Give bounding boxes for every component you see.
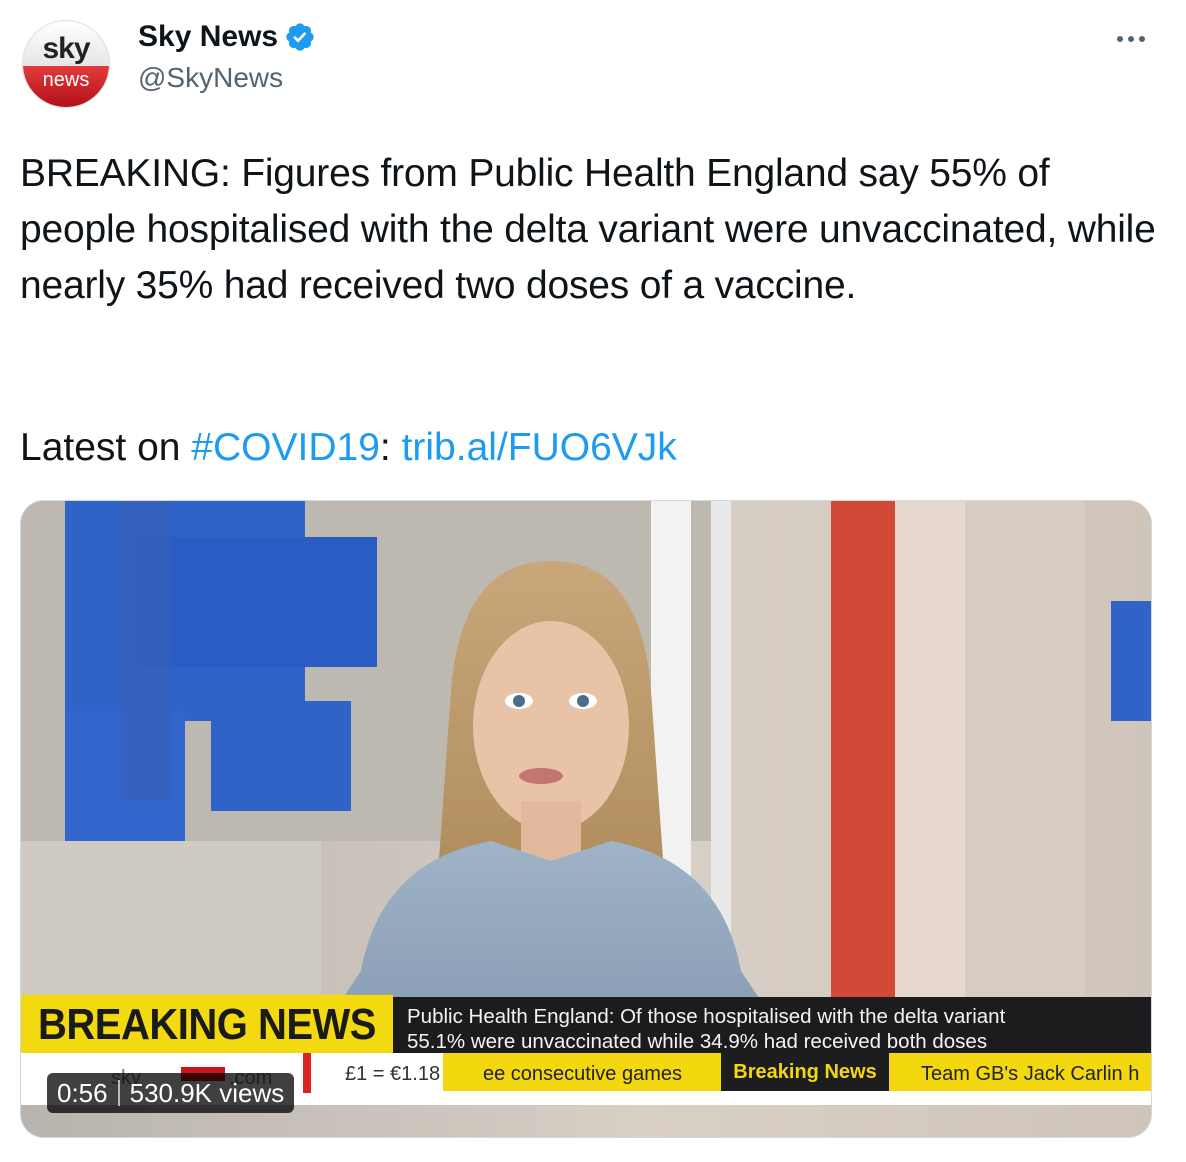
avatar-news-text: news xyxy=(42,68,90,91)
verified-badge-icon xyxy=(286,23,314,51)
avatar-sky-text: sky xyxy=(42,31,90,65)
ticker-exchange-rate: £1 = €1.18 xyxy=(345,1063,441,1085)
ticker-breaking-news: Breaking News xyxy=(721,1053,889,1091)
author-name-row: Sky News xyxy=(138,20,316,54)
video-views: 530.9K views xyxy=(129,1077,285,1108)
ticker-team-text: Team GB's Jack Carlin h xyxy=(921,1063,1140,1085)
breaking-news-strap: BREAKING NEWS Public Health England: Of … xyxy=(21,994,1151,1056)
video-player[interactable]: BREAKING NEWS Public Health England: Of … xyxy=(20,500,1152,1138)
latest-prefix: Latest on xyxy=(20,426,192,469)
breaking-headline: Public Health England: Of those hospital… xyxy=(393,997,1151,1053)
avatar[interactable]: sky news xyxy=(22,20,110,108)
headline-line-1: Public Health England: Of those hospital… xyxy=(407,1005,1006,1028)
tweet-latest-line: Latest on #COVID19: trib.al/FUO6VJk xyxy=(20,420,677,476)
hashtag-link[interactable]: #COVID19 xyxy=(191,426,380,469)
ticker-games-text: ee consecutive games xyxy=(483,1063,683,1085)
ticker-divider xyxy=(303,1053,311,1093)
author-handle[interactable]: @SkyNews xyxy=(138,62,283,94)
video-duration: 0:56 xyxy=(57,1077,108,1108)
breaking-news-label: BREAKING NEWS xyxy=(21,994,393,1056)
author-display-name[interactable]: Sky News xyxy=(138,20,278,54)
more-options-icon[interactable] xyxy=(1106,24,1156,54)
video-duration-badge: 0:56 530.9K views xyxy=(47,1073,295,1113)
tweet-header: sky news Sky News @SkyNews xyxy=(0,0,1186,120)
latest-colon: : xyxy=(379,426,402,469)
url-link[interactable]: trib.al/FUO6VJk xyxy=(402,426,677,469)
tweet-text: BREAKING: Figures from Public Health Eng… xyxy=(20,152,1156,307)
badge-separator xyxy=(117,1080,120,1106)
headline-line-2: 55.1% were unvaccinated while 34.9% had … xyxy=(407,1030,988,1053)
